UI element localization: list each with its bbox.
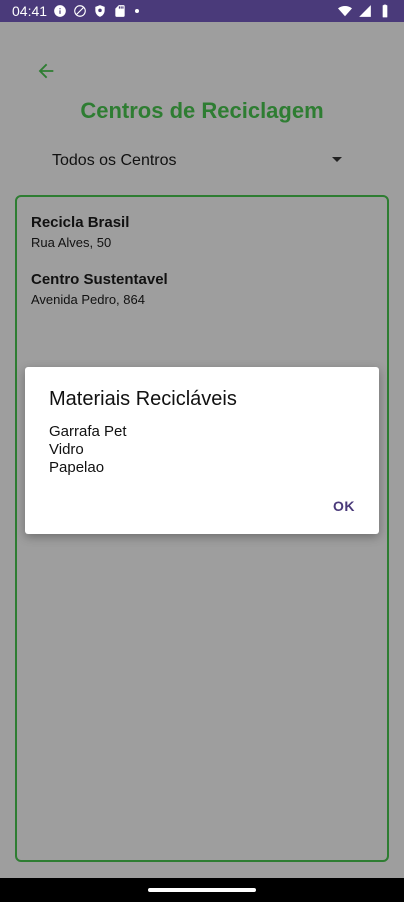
sd-card-icon xyxy=(113,4,127,18)
circle-slash-icon xyxy=(73,4,87,18)
status-bar: 04:41 xyxy=(0,0,404,22)
battery-icon xyxy=(378,4,392,18)
materials-list: Garrafa Pet Vidro Papelao xyxy=(49,423,127,477)
dropdown-selected-value: Todos os Centros xyxy=(52,152,177,169)
center-name: Recicla Brasil xyxy=(31,214,130,231)
arrow-back-icon xyxy=(38,63,54,79)
material-item: Papelao xyxy=(49,459,105,476)
material-item: Vidro xyxy=(49,441,84,458)
wifi-icon xyxy=(338,4,352,18)
center-filter-dropdown[interactable]: Todos os Centros xyxy=(52,150,348,172)
gesture-handle[interactable] xyxy=(148,888,256,892)
dialog-title: Materiais Recicláveis xyxy=(49,388,237,410)
center-address: Avenida Pedro, 864 xyxy=(31,292,145,307)
cellular-signal-icon xyxy=(358,4,372,18)
shield-icon xyxy=(93,4,107,18)
navigation-bar xyxy=(0,878,404,902)
page-title: Centros de Reciclagem xyxy=(80,98,324,123)
materials-dialog: Materiais Recicláveis Garrafa Pet Vidro … xyxy=(25,367,379,534)
material-item: Garrafa Pet xyxy=(49,423,127,440)
status-time: 04:41 xyxy=(12,3,48,19)
center-address: Rua Alves, 50 xyxy=(31,235,112,250)
back-button[interactable] xyxy=(34,60,58,82)
list-item[interactable]: Recicla Brasil Rua Alves, 50 xyxy=(31,214,129,250)
dropdown-arrow-icon xyxy=(332,157,342,162)
info-icon xyxy=(53,4,67,18)
ok-button[interactable]: OK xyxy=(333,498,355,514)
dot-icon xyxy=(135,9,140,13)
center-name: Centro Sustentavel xyxy=(31,271,168,288)
list-item[interactable]: Centro Sustentavel Avenida Pedro, 864 xyxy=(31,271,168,307)
